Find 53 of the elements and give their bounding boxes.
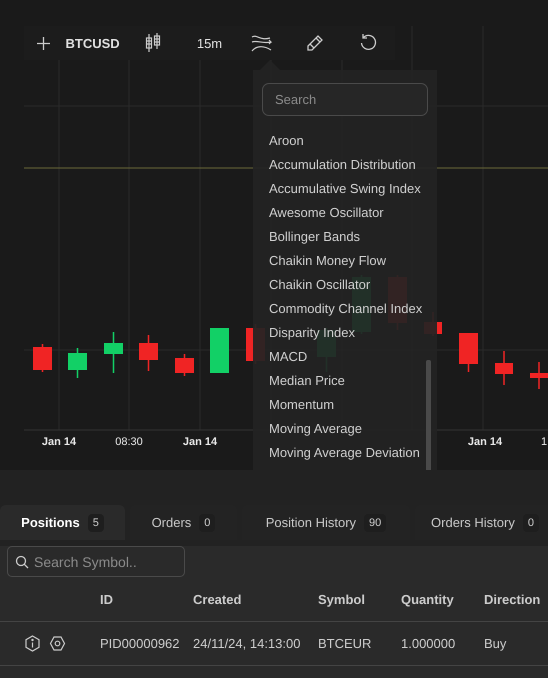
menu-item[interactable]: Awesome Oscillator: [269, 201, 422, 225]
candlestick: [175, 354, 194, 376]
table-cell-text: Buy: [484, 636, 508, 651]
menu-item[interactable]: MACD: [269, 345, 422, 369]
column-header: Quantity: [401, 592, 455, 606]
plus-icon: [36, 36, 50, 50]
menu-item[interactable]: Chaikin Money Flow: [269, 249, 422, 273]
menu-item[interactable]: Moving Average: [269, 417, 422, 441]
menu-item[interactable]: Moving Average Deviation: [269, 441, 422, 465]
symbol-button[interactable]: BTCUSD: [62, 26, 123, 60]
menu-item[interactable]: Accumulative Swing Index: [269, 177, 422, 201]
menu-item[interactable]: Momentum: [269, 393, 422, 417]
candlestick: [530, 362, 548, 389]
column-header: Symbol: [318, 592, 366, 606]
column-header: Created: [193, 592, 242, 606]
candlestick: [139, 335, 158, 371]
candlestick: [495, 351, 513, 385]
search-field[interactable]: Search Symbol..: [7, 546, 185, 577]
info-icon[interactable]: [24, 635, 41, 652]
candlestick: [459, 333, 478, 372]
axis-label: 08:30: [115, 436, 143, 448]
candlestick: [68, 348, 87, 378]
waves-icon: [250, 34, 273, 52]
table-cell-text: 24/11/24, 14:13:00: [193, 636, 302, 651]
menu-item[interactable]: Disparity Index: [269, 321, 422, 345]
menu-item[interactable]: Median Price: [269, 369, 422, 393]
column-header: Direction: [484, 592, 542, 606]
table-cell-text: 1.000000: [401, 636, 456, 651]
table-cell-text: PID00000962: [100, 636, 181, 651]
axis-label: Jan 14: [42, 436, 76, 448]
menu-item[interactable]: Aroon: [269, 129, 422, 153]
candlestick: [33, 344, 52, 372]
count-badge: 0: [199, 514, 216, 532]
count-badge: 90: [364, 514, 386, 532]
search-field[interactable]: Search: [262, 83, 428, 116]
table-cell-text: BTCEUR: [318, 636, 372, 651]
axis-label: Jan 14: [182, 436, 218, 448]
candlestick: [210, 328, 229, 373]
count-badge: 0: [522, 514, 539, 532]
column-header: ID: [100, 592, 114, 606]
pencil-icon: [304, 33, 325, 53]
menu-item[interactable]: Accumulation Distribution: [269, 153, 422, 177]
scrollbar-thumb[interactable]: [426, 360, 431, 470]
count-badge: 5: [88, 514, 104, 532]
tab[interactable]: Positions 5: [0, 505, 125, 540]
axis-label: Jan 14: [468, 436, 502, 448]
menu-item[interactable]: Commodity Channel Index: [269, 297, 422, 321]
axis-label: 1: [541, 436, 548, 448]
menu-item[interactable]: Bollinger Bands: [269, 225, 422, 249]
settings-icon[interactable]: [49, 635, 66, 652]
candlestick: [104, 332, 123, 373]
menu-item[interactable]: Chaikin Oscillator: [269, 273, 422, 297]
interval-button[interactable]: 15m: [184, 26, 235, 60]
